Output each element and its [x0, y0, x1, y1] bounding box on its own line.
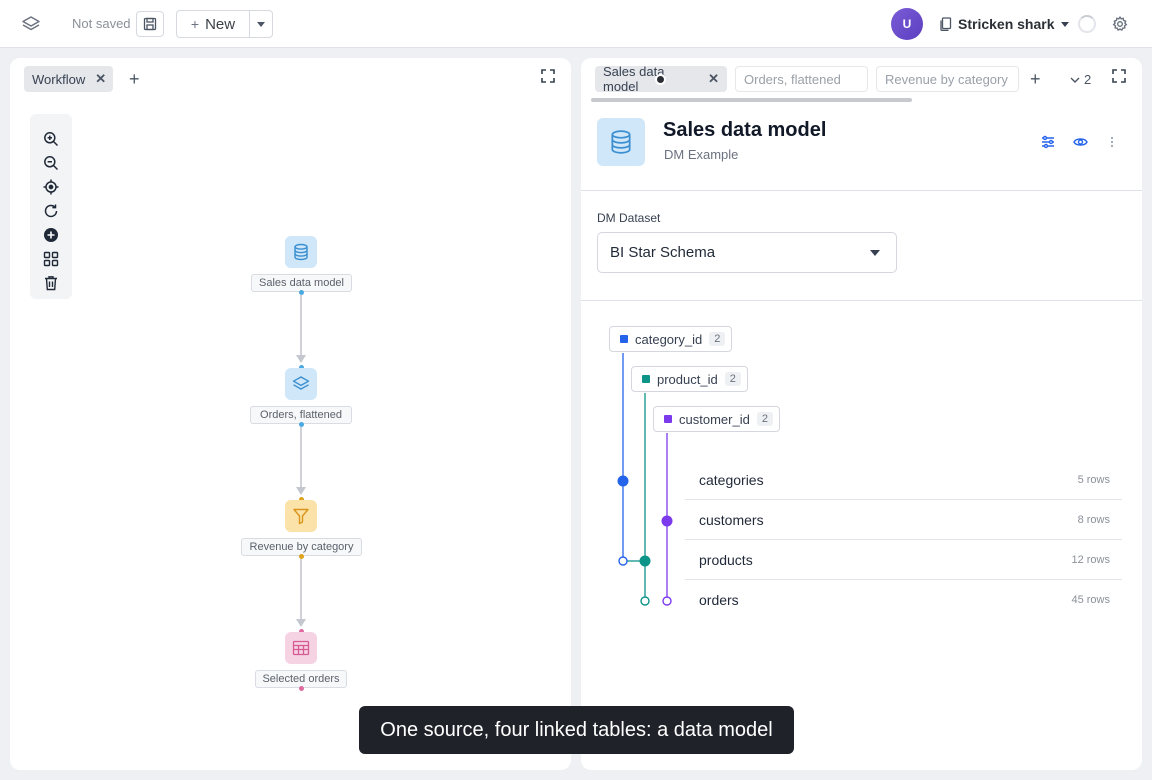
node-revenue-by-category[interactable]: [285, 500, 317, 532]
table-name: orders: [699, 592, 739, 608]
new-button[interactable]: + New: [177, 11, 250, 37]
node-selected-orders[interactable]: [285, 632, 317, 664]
key-name: customer_id: [679, 411, 750, 427]
table-name: customers: [699, 511, 764, 528]
table-row[interactable]: categories 5 rows: [685, 460, 1122, 500]
layers-icon: [292, 376, 310, 390]
key-name: category_id: [635, 331, 703, 347]
output-port[interactable]: [299, 554, 304, 559]
key-chip-customer-id[interactable]: customer_id 2: [653, 406, 780, 432]
detail-panel: Sales data model ✕ Orders, flattened Rev…: [581, 58, 1142, 770]
caret-down-icon: [257, 21, 265, 27]
workspace-selector[interactable]: Stricken shark: [940, 14, 1069, 34]
key-count-badge: 2: [709, 332, 726, 346]
output-port[interactable]: [299, 686, 304, 691]
layers-logo-icon[interactable]: [20, 13, 42, 35]
gear-icon[interactable]: [1111, 15, 1129, 33]
document-icon: [940, 17, 952, 31]
funnel-icon: [293, 508, 309, 525]
plus-icon: +: [190, 16, 200, 32]
node-sales-data-model[interactable]: [285, 236, 317, 268]
workflow-panel: Workflow ✕ + Sales data model Orders, fl…: [10, 58, 571, 770]
table-name: products: [699, 551, 753, 568]
mouse-cursor-icon: [655, 74, 666, 85]
table-name: categories: [699, 471, 764, 488]
key-chip-product-id[interactable]: product_id 2: [631, 366, 748, 392]
output-port[interactable]: [299, 422, 304, 427]
top-bar: Not saved + New U Stricken shark: [0, 0, 1152, 48]
floppy-disk-icon: [143, 17, 157, 31]
table-row[interactable]: products 12 rows: [685, 540, 1122, 580]
database-icon: [294, 243, 308, 261]
color-swatch: [642, 375, 650, 383]
save-button[interactable]: [136, 11, 164, 37]
avatar[interactable]: U: [891, 8, 923, 40]
caption-overlay: One source, four linked tables: a data m…: [359, 706, 794, 754]
row-count: 5 rows: [1077, 473, 1110, 486]
new-dropdown-button[interactable]: [250, 11, 272, 37]
loading-spinner-icon: [1078, 15, 1096, 33]
key-name: product_id: [657, 371, 718, 387]
new-button-group: + New: [176, 10, 273, 38]
save-status: Not saved: [72, 16, 131, 31]
output-port[interactable]: [299, 290, 304, 295]
color-swatch: [664, 415, 672, 423]
row-count: 12 rows: [1071, 553, 1110, 566]
row-count: 8 rows: [1077, 513, 1110, 526]
row-count: 45 rows: [1071, 594, 1110, 606]
key-count-badge: 2: [724, 372, 741, 386]
color-swatch: [620, 335, 628, 343]
key-chip-category-id[interactable]: category_id 2: [609, 326, 733, 352]
caret-down-icon: [1060, 21, 1069, 27]
table-row[interactable]: orders 45 rows: [685, 580, 1122, 620]
table-row[interactable]: customers 8 rows: [685, 500, 1122, 540]
new-button-label: New: [205, 15, 236, 33]
table-icon: [292, 640, 310, 656]
node-orders-flattened[interactable]: [285, 368, 317, 400]
workspace-name: Stricken shark: [958, 16, 1055, 32]
key-count-badge: 2: [756, 412, 773, 426]
